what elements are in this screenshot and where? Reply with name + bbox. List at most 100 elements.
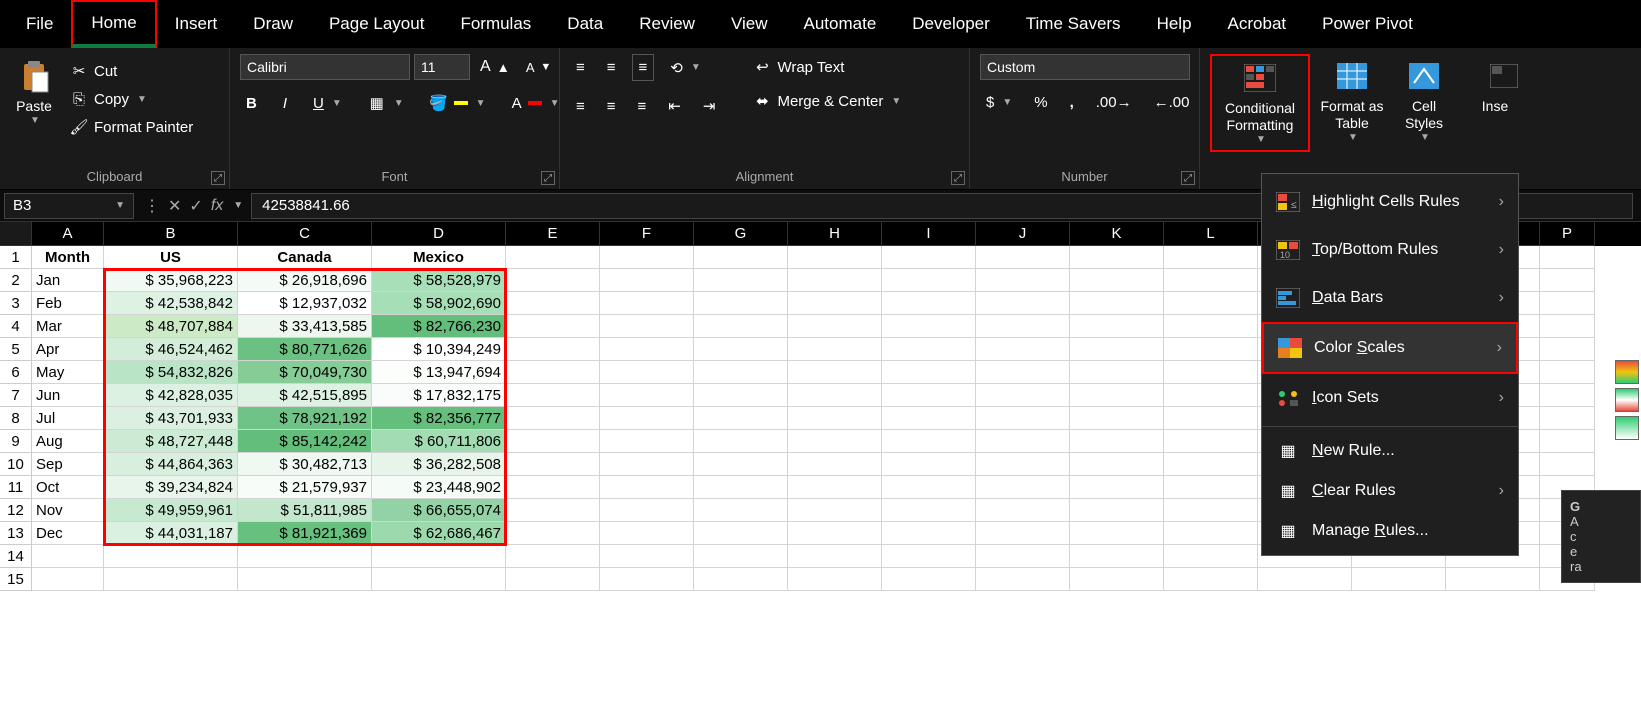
cell-styles-button[interactable]: Cell Styles▼ (1394, 54, 1454, 148)
col-header-F[interactable]: F (600, 222, 694, 246)
color-scale-option[interactable] (1615, 388, 1639, 412)
cell[interactable]: US (104, 246, 238, 269)
align-middle-button[interactable]: ≡ (601, 55, 622, 80)
cell[interactable] (1540, 430, 1595, 453)
cell[interactable] (1070, 407, 1164, 430)
cell[interactable] (788, 476, 882, 499)
cell[interactable] (1070, 315, 1164, 338)
cell[interactable] (882, 522, 976, 545)
cell[interactable] (788, 384, 882, 407)
cell[interactable] (1070, 246, 1164, 269)
decrease-decimal-button[interactable]: ←.00 (1148, 90, 1196, 115)
cell[interactable] (882, 384, 976, 407)
cell[interactable] (1070, 430, 1164, 453)
cell[interactable] (1070, 568, 1164, 591)
tab-data[interactable]: Data (549, 0, 621, 48)
merge-center-button[interactable]: ⬌Merge & Center▼ (747, 88, 907, 114)
col-header-A[interactable]: A (32, 222, 104, 246)
cell[interactable] (506, 430, 600, 453)
cell[interactable]: $ 42,828,035 (104, 384, 238, 407)
cell[interactable] (1164, 361, 1258, 384)
cell[interactable] (694, 453, 788, 476)
cell[interactable] (1164, 315, 1258, 338)
cell[interactable] (882, 246, 976, 269)
cell[interactable] (694, 292, 788, 315)
row-header[interactable]: 13 (0, 522, 32, 545)
cell[interactable] (694, 545, 788, 568)
cell[interactable]: Mexico (372, 246, 506, 269)
increase-font-button[interactable]: A▲ (474, 54, 516, 80)
tab-time-savers[interactable]: Time Savers (1008, 0, 1139, 48)
tab-insert[interactable]: Insert (157, 0, 236, 48)
cell[interactable] (600, 568, 694, 591)
cell[interactable]: Nov (32, 499, 104, 522)
cell[interactable]: $ 82,356,777 (372, 407, 506, 430)
cell[interactable] (600, 269, 694, 292)
cell[interactable] (600, 499, 694, 522)
cell[interactable] (1164, 453, 1258, 476)
cell[interactable] (1070, 384, 1164, 407)
menu-icon-sets[interactable]: Icon Sets › (1262, 374, 1518, 422)
cell[interactable]: $ 33,413,585 (238, 315, 372, 338)
align-top-button[interactable]: ≡ (570, 55, 591, 80)
cell[interactable] (694, 407, 788, 430)
cell[interactable] (600, 292, 694, 315)
row-header[interactable]: 15 (0, 568, 32, 591)
cell[interactable] (600, 384, 694, 407)
decrease-indent-button[interactable]: ⇤ (662, 93, 687, 119)
cell[interactable] (788, 269, 882, 292)
cell[interactable] (976, 476, 1070, 499)
row-header[interactable]: 8 (0, 407, 32, 430)
row-header[interactable]: 9 (0, 430, 32, 453)
cell[interactable] (600, 315, 694, 338)
cell[interactable] (506, 384, 600, 407)
cell[interactable] (788, 453, 882, 476)
decrease-font-button[interactable]: A▼ (520, 56, 557, 79)
menu-top-bottom-rules[interactable]: 10 Top/Bottom Rules › (1262, 226, 1518, 274)
cell[interactable] (506, 338, 600, 361)
dialog-launcher-icon[interactable]: ⤢ (211, 171, 225, 185)
cell[interactable]: $ 42,515,895 (238, 384, 372, 407)
cell[interactable] (976, 545, 1070, 568)
cell[interactable] (882, 430, 976, 453)
row-header[interactable]: 14 (0, 545, 32, 568)
cell[interactable] (1258, 568, 1352, 591)
cell[interactable] (788, 292, 882, 315)
cell[interactable]: $ 46,524,462 (104, 338, 238, 361)
tab-automate[interactable]: Automate (786, 0, 895, 48)
cell[interactable] (976, 453, 1070, 476)
cell[interactable] (1540, 246, 1595, 269)
row-header[interactable]: 10 (0, 453, 32, 476)
format-as-table-button[interactable]: Format as Table▼ (1314, 54, 1390, 148)
enter-icon[interactable]: ✓ (189, 196, 202, 216)
cancel-icon[interactable]: ✕ (168, 196, 181, 216)
cell[interactable]: Dec (32, 522, 104, 545)
cell[interactable] (976, 430, 1070, 453)
cell[interactable] (1070, 545, 1164, 568)
cell[interactable] (104, 545, 238, 568)
menu-manage-rules[interactable]: ▦ Manage Rules... (1262, 511, 1518, 551)
format-painter-button[interactable]: 🖌Format Painter (64, 114, 199, 140)
row-header[interactable]: 4 (0, 315, 32, 338)
cell[interactable] (1540, 315, 1595, 338)
cell[interactable] (694, 522, 788, 545)
cell[interactable] (882, 292, 976, 315)
fill-color-button[interactable]: 🪣▼ (424, 90, 492, 116)
cell[interactable] (788, 522, 882, 545)
wrap-text-button[interactable]: ↩Wrap Text (747, 54, 907, 80)
cell[interactable] (1070, 361, 1164, 384)
cell[interactable] (882, 545, 976, 568)
conditional-formatting-button[interactable]: Conditional Formatting▼ (1210, 54, 1310, 152)
dialog-launcher-icon[interactable]: ⤢ (951, 171, 965, 185)
cell[interactable]: $ 78,921,192 (238, 407, 372, 430)
cell[interactable] (506, 568, 600, 591)
cell[interactable]: $ 51,811,985 (238, 499, 372, 522)
align-left-button[interactable]: ≡ (570, 94, 591, 119)
increase-decimal-button[interactable]: .00→ (1090, 90, 1138, 115)
align-center-button[interactable]: ≡ (601, 94, 622, 119)
cell[interactable] (694, 338, 788, 361)
cell[interactable] (1164, 338, 1258, 361)
menu-color-scales[interactable]: Color Scales › (1262, 322, 1518, 374)
cell[interactable] (600, 476, 694, 499)
cell[interactable] (694, 269, 788, 292)
